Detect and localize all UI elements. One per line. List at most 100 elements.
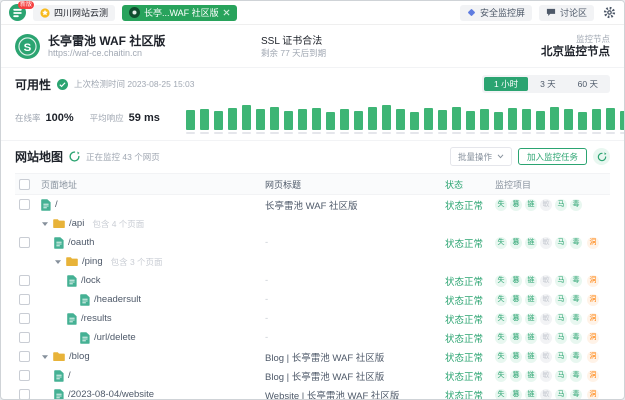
table-row[interactable]: /2023-08-04/websiteWebsite | 长亭雷池 WAF 社区…: [15, 385, 610, 400]
svg-text:S: S: [24, 42, 32, 54]
page-title: -: [265, 275, 445, 286]
row-checkbox[interactable]: [19, 370, 30, 381]
page-path[interactable]: /ping: [82, 256, 103, 267]
row-checkbox[interactable]: [19, 275, 30, 286]
close-icon[interactable]: [223, 9, 230, 16]
column-header-title: 网页标题: [265, 178, 445, 191]
monitor-item-badge: 马: [555, 275, 567, 287]
table-row[interactable]: /lock-状态正常失篡链敏马毒洞: [15, 271, 610, 290]
monitor-item-badge: 马: [555, 389, 567, 400]
table-row[interactable]: /ping 包含 3 个页面: [15, 252, 610, 271]
tab-current-site[interactable]: 长亭...WAF 社区版: [122, 5, 237, 21]
time-range-option[interactable]: 3 天: [530, 77, 566, 91]
folder-icon: [53, 218, 65, 229]
button-label: 讨论区: [560, 6, 587, 19]
refresh-icon: [597, 152, 607, 162]
row-checkbox[interactable]: [19, 351, 30, 362]
monitor-item-badge: 马: [555, 313, 567, 325]
site-url[interactable]: https://waf-ce.chaitin.cn: [48, 48, 165, 59]
caret-down-icon[interactable]: [54, 258, 62, 266]
monitor-item-badge: 毒: [570, 313, 582, 325]
page-path[interactable]: /headersult: [94, 294, 141, 305]
monitor-item-badge: 篡: [510, 199, 522, 211]
page-path[interactable]: /: [68, 370, 71, 381]
app-window: 新版 四川网站云测 长亭...WAF 社区版 安全监控屏 讨论区 S 长亭雷: [0, 0, 625, 400]
folder-page-count: 包含 3 个页面: [111, 256, 163, 268]
row-checkbox[interactable]: [19, 294, 30, 305]
alert-badge: 洞: [587, 389, 599, 400]
table-row[interactable]: /Blog | 长亭雷池 WAF 社区版状态正常失篡链敏马毒洞: [15, 366, 610, 385]
chart-bar: [522, 109, 531, 134]
monitor-node-value: 北京监控节点: [541, 45, 610, 59]
time-range-option[interactable]: 1 小时: [484, 77, 528, 91]
chart-bar: [200, 109, 209, 134]
page-path[interactable]: /url/delete: [94, 332, 136, 343]
file-icon: [54, 237, 64, 249]
stat-label: 在线率: [15, 112, 41, 124]
caret-down-icon[interactable]: [41, 353, 49, 361]
stat-label: 平均响应: [90, 112, 124, 124]
monitor-item-badge: 链: [525, 275, 537, 287]
monitor-item-badge: 敏: [540, 237, 552, 249]
page-title: -: [265, 332, 445, 343]
page-path[interactable]: /: [55, 199, 58, 210]
time-range-option[interactable]: 60 天: [568, 77, 608, 91]
row-checkbox[interactable]: [19, 332, 30, 343]
monitor-item-badge: 毒: [570, 370, 582, 382]
add-monitor-task-button[interactable]: 加入监控任务: [518, 148, 587, 165]
chart-bar: [396, 109, 405, 134]
chart-bar: [270, 107, 279, 134]
chart-bar: [550, 107, 559, 134]
folder-icon: [53, 351, 65, 362]
monitor-item-badge: 链: [525, 237, 537, 249]
table-row[interactable]: /长亭雷池 WAF 社区版状态正常失篡链敏马毒: [15, 195, 610, 214]
monitor-item-badge: 马: [555, 351, 567, 363]
settings-gear-button[interactable]: [603, 6, 616, 19]
site-header: S 长亭雷池 WAF 社区版 https://waf-ce.chaitin.cn…: [1, 25, 624, 68]
tab-group-list[interactable]: 四川网站云测: [33, 5, 115, 21]
chart-bar: [452, 107, 461, 134]
table-row[interactable]: /api包含 4 个页面: [15, 214, 610, 233]
chart-bar: [494, 112, 503, 134]
status-badge: 状态正常: [445, 331, 495, 345]
chart-bar: [606, 108, 615, 134]
site-logo-icon: S: [15, 34, 40, 59]
monitor-item-badge: 篡: [510, 237, 522, 249]
monitor-item-badge: 马: [555, 370, 567, 382]
monitor-item-badge: 链: [525, 370, 537, 382]
stat-value: 100%: [46, 112, 74, 124]
forum-button[interactable]: 讨论区: [539, 5, 594, 21]
page-path[interactable]: /api: [69, 218, 84, 229]
table-row[interactable]: /headersult-状态正常失篡链敏马毒洞: [15, 290, 610, 309]
page-path[interactable]: /oauth: [68, 237, 94, 248]
page-path[interactable]: /blog: [69, 351, 90, 362]
table-row[interactable]: /results-状态正常失篡链敏马毒洞: [15, 309, 610, 328]
security-screen-button[interactable]: 安全监控屏: [460, 5, 532, 21]
refresh-button[interactable]: [593, 148, 610, 165]
chart-bar: [354, 111, 363, 134]
caret-down-icon[interactable]: [41, 220, 49, 228]
row-checkbox[interactable]: [19, 237, 30, 248]
batch-actions-dropdown[interactable]: 批量操作: [450, 147, 512, 166]
table-row[interactable]: /blogBlog | 长亭雷池 WAF 社区版状态正常失篡链敏马毒洞: [15, 347, 610, 366]
alert-badge: 洞: [587, 275, 599, 287]
row-checkbox[interactable]: [19, 199, 30, 210]
page-path[interactable]: /results: [81, 313, 112, 324]
table-row[interactable]: /url/delete-状态正常失篡链敏马毒洞: [15, 328, 610, 347]
chart-bar: [578, 112, 587, 134]
monitor-item-badge: 敏: [540, 370, 552, 382]
row-checkbox[interactable]: [19, 313, 30, 324]
page-path[interactable]: /2023-08-04/website: [68, 389, 154, 400]
status-badge: 状态正常: [445, 293, 495, 307]
monitor-item-badge: 失: [495, 199, 507, 211]
file-icon: [67, 275, 77, 287]
row-checkbox[interactable]: [19, 389, 30, 400]
page-path[interactable]: /lock: [81, 275, 101, 286]
monitor-node-label: 监控节点: [541, 34, 610, 45]
table-row[interactable]: /oauth-状态正常失篡链敏马毒洞: [15, 233, 610, 252]
select-all-checkbox[interactable]: [19, 179, 30, 190]
page-title: Blog | 长亭雷池 WAF 社区版: [265, 350, 445, 364]
folder-icon: [66, 256, 78, 267]
app-logo[interactable]: 新版: [9, 4, 26, 21]
diamond-icon: [467, 8, 476, 17]
